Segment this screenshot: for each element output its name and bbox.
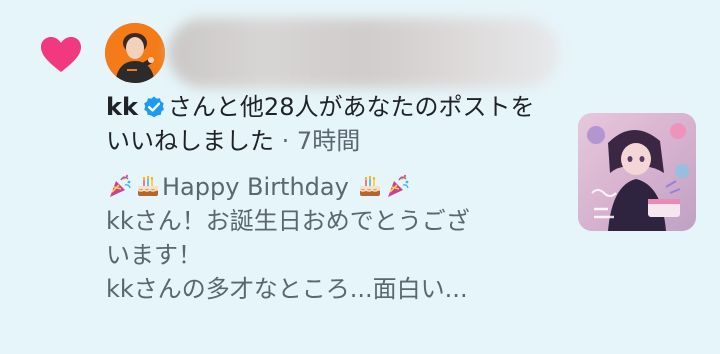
like-notification[interactable]: kk さんと他28人があなたのポストをいいねしました · 7時間 Happy B…: [0, 0, 720, 354]
preview-line-4: kkさんの多才なところ...面白い...: [106, 275, 468, 303]
separator-dot: ·: [281, 127, 290, 155]
preview-line-2: kkさん！お誕生日おめでとうござ: [106, 207, 470, 235]
user-name-link[interactable]: kk: [106, 93, 138, 121]
party-popper-icon: [385, 173, 411, 199]
blurred-user-names: [168, 18, 560, 88]
preview-line-1-text: Happy Birthday: [162, 173, 349, 201]
party-popper-icon: [107, 173, 133, 199]
preview-line-3: います！: [106, 241, 202, 269]
birthday-cake-icon: [135, 173, 161, 199]
verified-badge-icon: [142, 95, 166, 119]
post-image-thumbnail[interactable]: [578, 113, 696, 231]
notification-message: kk さんと他28人があなたのポストをいいねしました · 7時間: [106, 90, 556, 158]
preview-line-1: Happy Birthday: [106, 170, 556, 204]
post-preview[interactable]: Happy Birthday kkさん！お誕生日おめでとうござ います！ kkさ…: [106, 170, 556, 306]
user-avatar[interactable]: [105, 23, 165, 83]
time-ago: 7時間: [296, 127, 361, 155]
heart-icon: [40, 36, 82, 74]
birthday-cake-icon: [357, 173, 383, 199]
